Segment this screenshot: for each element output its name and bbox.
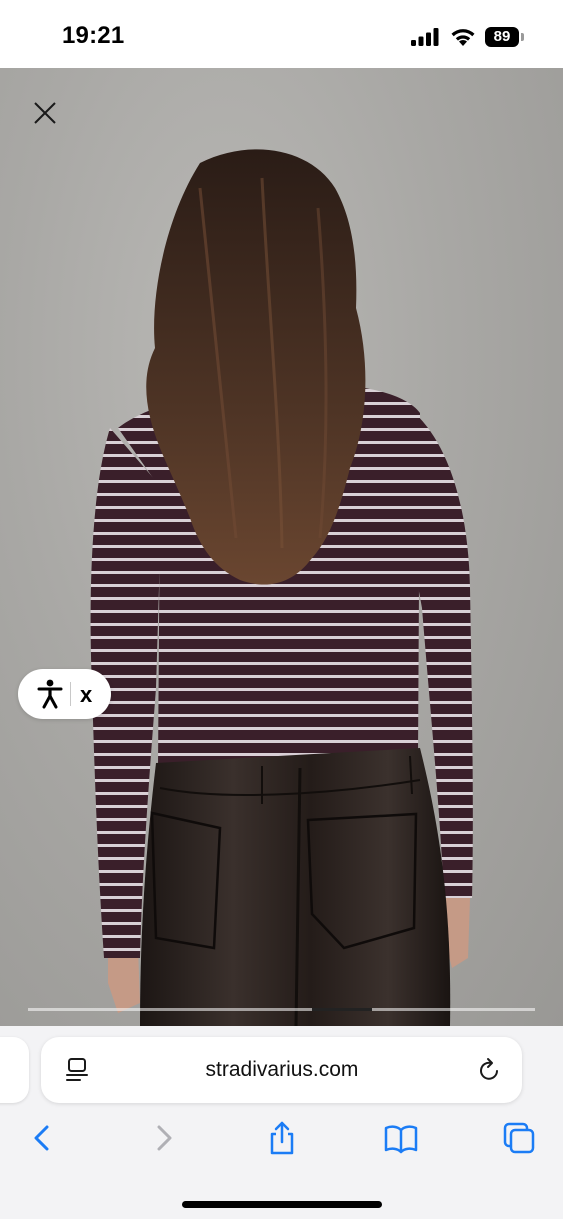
accessibility-divider bbox=[70, 682, 71, 706]
tabs-icon[interactable] bbox=[501, 1120, 537, 1156]
status-bar: 19:21 89 bbox=[0, 0, 563, 68]
address-bar-url[interactable]: stradivarius.com bbox=[130, 1058, 434, 1082]
cellular-signal-icon bbox=[411, 28, 439, 46]
accessibility-widget[interactable] bbox=[18, 669, 111, 719]
wifi-icon bbox=[451, 29, 475, 46]
gallery-progress-bar bbox=[28, 1008, 535, 1011]
accessibility-person-icon[interactable] bbox=[36, 679, 64, 709]
share-icon[interactable] bbox=[264, 1120, 300, 1156]
home-indicator bbox=[182, 1201, 382, 1208]
close-icon[interactable] bbox=[30, 98, 60, 128]
reload-icon[interactable] bbox=[478, 1057, 502, 1083]
forward-icon[interactable] bbox=[146, 1120, 182, 1156]
battery-level: 89 bbox=[485, 27, 519, 47]
model-back-view-photo bbox=[90, 149, 473, 1026]
accessibility-close-button[interactable]: x bbox=[80, 683, 92, 707]
bookmarks-icon[interactable] bbox=[383, 1120, 419, 1156]
previous-tab-preview[interactable] bbox=[0, 1037, 29, 1103]
status-time: 19:21 bbox=[62, 22, 125, 49]
battery-tip bbox=[521, 33, 524, 41]
product-image[interactable] bbox=[0, 68, 563, 1026]
battery-indicator: 89 bbox=[485, 27, 525, 47]
back-icon[interactable] bbox=[24, 1120, 60, 1156]
gallery-progress-fill bbox=[312, 1008, 373, 1011]
page-menu-icon[interactable] bbox=[66, 1057, 90, 1083]
